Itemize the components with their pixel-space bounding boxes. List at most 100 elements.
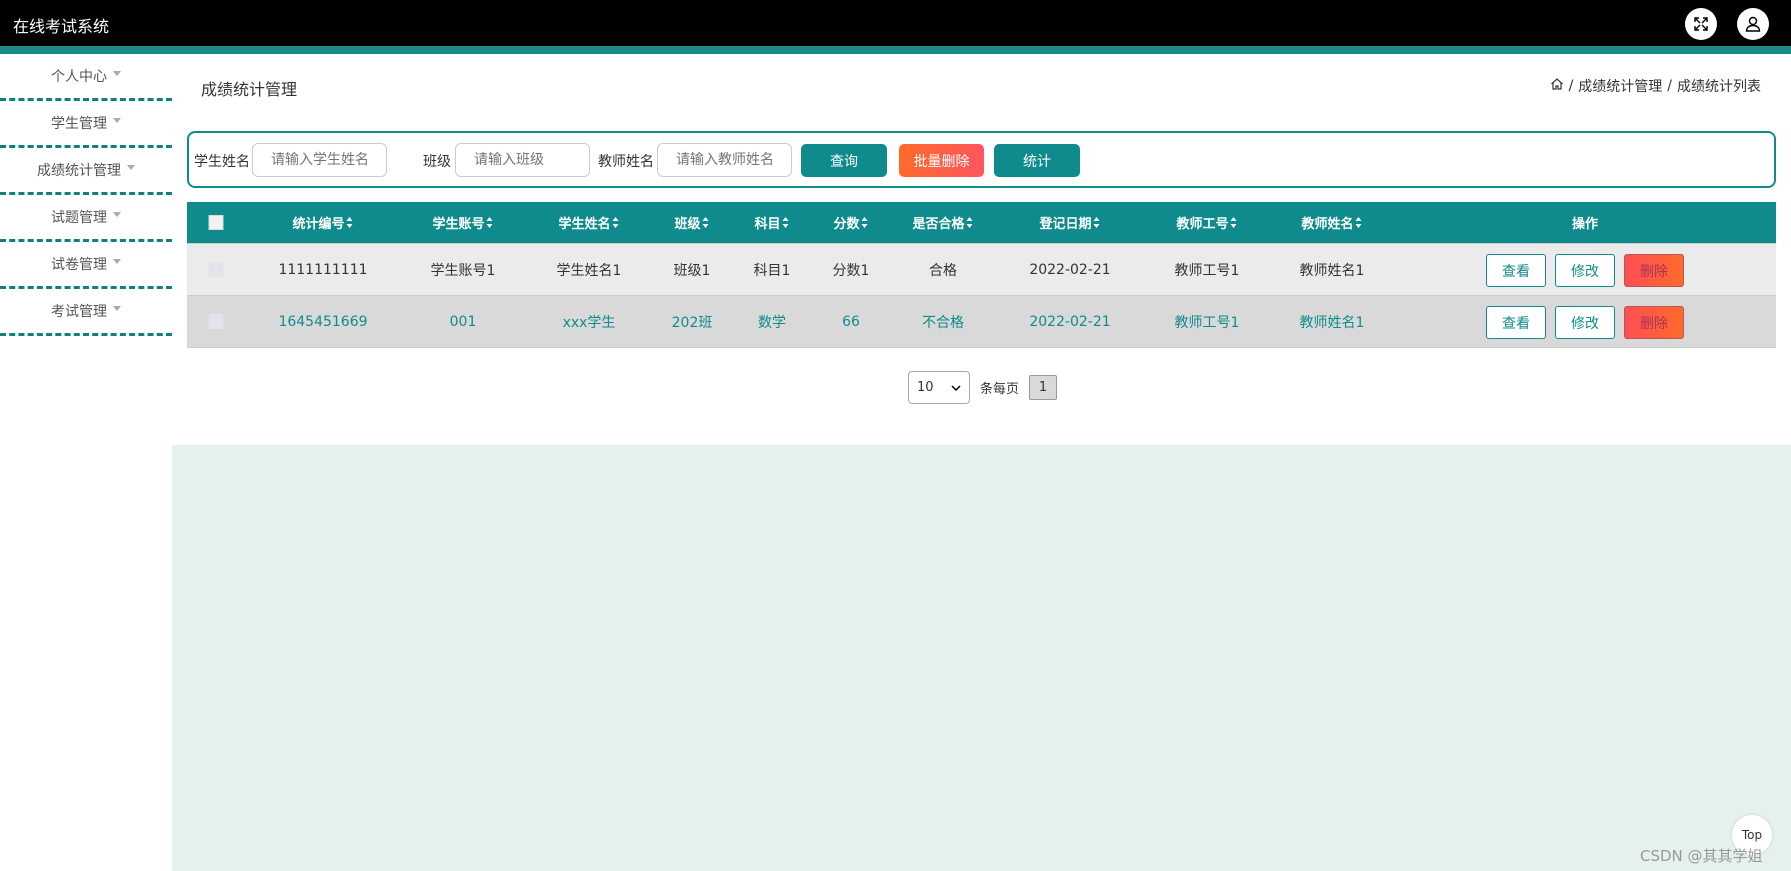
cell-subject: 科目1 [753, 262, 791, 279]
view-button[interactable]: 查看 [1486, 254, 1546, 287]
row-checkbox[interactable] [208, 296, 224, 347]
cell-teacher-name: 教师姓名1 [1299, 262, 1365, 279]
sort-icon [1230, 217, 1238, 228]
cell-stat-id: 1111111111 [278, 261, 368, 278]
edit-button[interactable]: 修改 [1555, 254, 1615, 287]
cell-stat-id: 1645451669 [278, 313, 368, 330]
column-header[interactable]: 教师工号 [1176, 202, 1237, 243]
sidebar: 个人中心 学生管理 成绩统计管理 试题管理 试卷管理 考试管理 [0, 54, 172, 336]
column-header-actions: 操作 [1571, 217, 1599, 232]
sidebar-item-score-stats[interactable]: 成绩统计管理 [0, 148, 172, 195]
cell-teacher-id: 教师工号1 [1174, 262, 1240, 279]
cell-score: 66 [842, 313, 860, 330]
cell-student-name: xxx学生 [562, 314, 616, 331]
cell-subject: 数学 [758, 314, 786, 331]
delete-button[interactable]: 删除 [1624, 306, 1684, 339]
sidebar-item-label: 个人中心 [51, 69, 107, 85]
sidebar-item-students[interactable]: 学生管理 [0, 101, 172, 148]
sort-icon [612, 217, 620, 228]
teacher-name-label: 教师姓名 [598, 154, 654, 170]
page-number-button[interactable]: 1 [1029, 375, 1058, 400]
sort-icon [486, 217, 494, 228]
header-accent-strip [0, 46, 1791, 54]
per-page-label: 条每页 [980, 382, 1020, 397]
page-title: 成绩统计管理 [201, 80, 298, 99]
home-icon[interactable] [1550, 77, 1564, 95]
class-label: 班级 [423, 154, 451, 170]
sidebar-item-label: 成绩统计管理 [37, 163, 121, 179]
caret-down-icon [113, 70, 121, 76]
sort-icon [861, 217, 869, 228]
sort-icon [702, 217, 710, 228]
cell-student-account: 001 [449, 313, 477, 330]
column-header[interactable]: 统计编号 [292, 202, 353, 243]
delete-button[interactable]: 删除 [1624, 254, 1684, 287]
column-header[interactable]: 科目 [754, 202, 789, 243]
teacher-name-input[interactable] [657, 143, 792, 177]
stats-button[interactable]: 统计 [994, 144, 1080, 177]
select-all-checkbox[interactable] [208, 202, 224, 243]
search-panel: 学生姓名 班级 教师姓名 查询 批量删除 统计 [187, 131, 1776, 188]
cell-teacher-name: 教师姓名1 [1299, 314, 1365, 331]
sort-icon [966, 217, 974, 228]
cell-date: 2022-02-21 [1029, 261, 1111, 278]
watermark: CSDN @其其学姐 [1640, 847, 1763, 865]
sort-icon [782, 217, 790, 228]
caret-down-icon [113, 211, 121, 217]
column-header[interactable]: 登记日期 [1039, 202, 1100, 243]
page-size-select[interactable]: 10 [908, 371, 970, 404]
cell-passed: 合格 [929, 262, 957, 279]
breadcrumb-separator: / [1568, 78, 1574, 94]
cell-date: 2022-02-21 [1029, 313, 1111, 330]
sidebar-item-label: 考试管理 [51, 304, 107, 320]
sidebar-item-exams[interactable]: 考试管理 [0, 289, 172, 336]
cell-passed: 不合格 [922, 314, 964, 331]
column-header[interactable]: 学生姓名 [558, 202, 619, 243]
user-icon[interactable] [1737, 8, 1769, 40]
row-checkbox[interactable] [208, 244, 224, 295]
sidebar-item-papers[interactable]: 试卷管理 [0, 242, 172, 289]
caret-down-icon [113, 117, 121, 123]
sort-icon [346, 217, 354, 228]
column-header[interactable]: 班级 [674, 202, 709, 243]
breadcrumb-item-score-stats[interactable]: 成绩统计管理 [1578, 76, 1662, 96]
sidebar-item-label: 学生管理 [51, 116, 107, 132]
cell-class: 班级1 [673, 262, 711, 279]
cell-class: 202班 [671, 314, 713, 331]
breadcrumb-item-list: 成绩统计列表 [1677, 79, 1761, 95]
class-input[interactable] [455, 143, 590, 177]
top-bar: 在线考试系统 [0, 0, 1791, 46]
app-title: 在线考试系统 [13, 17, 110, 36]
student-name-input[interactable] [252, 143, 387, 177]
column-header[interactable]: 分数 [833, 202, 868, 243]
student-name-label: 学生姓名 [194, 154, 250, 170]
table-row[interactable]: 1111111111 学生账号1 学生姓名1 班级1 科目1 分数1 合格 20… [187, 244, 1776, 296]
edit-button[interactable]: 修改 [1555, 306, 1615, 339]
column-header[interactable]: 教师姓名 [1301, 202, 1362, 243]
chevron-down-icon [951, 384, 961, 391]
cell-score: 分数1 [832, 262, 870, 279]
sidebar-item-label: 试卷管理 [51, 257, 107, 273]
sort-icon [1355, 217, 1363, 228]
query-button[interactable]: 查询 [801, 144, 887, 177]
cell-teacher-id: 教师工号1 [1174, 314, 1240, 331]
table-row[interactable]: 1645451669 001 xxx学生 202班 数学 66 不合格 2022… [187, 296, 1776, 348]
pagination: 10 条每页 1 [908, 371, 1058, 404]
sidebar-item-label: 试题管理 [51, 210, 107, 226]
caret-down-icon [113, 258, 121, 264]
column-header[interactable]: 学生账号 [432, 202, 493, 243]
batch-delete-button[interactable]: 批量删除 [899, 144, 984, 177]
sidebar-item-personal-center[interactable]: 个人中心 [0, 54, 172, 101]
fullscreen-icon[interactable] [1685, 8, 1717, 40]
column-header[interactable]: 是否合格 [912, 202, 973, 243]
caret-down-icon [113, 305, 121, 311]
view-button[interactable]: 查看 [1486, 306, 1546, 339]
breadcrumb: / 成绩统计管理 / 成绩统计列表 [1550, 76, 1761, 96]
sidebar-item-questions[interactable]: 试题管理 [0, 195, 172, 242]
breadcrumb-separator: / [1667, 78, 1672, 94]
cell-student-account: 学生账号1 [430, 262, 496, 279]
table-header-row: 统计编号 学生账号 学生姓名 班级 科目 分数 是否合格 登记日期 教师工号 教… [187, 202, 1776, 244]
score-stats-table: 统计编号 学生账号 学生姓名 班级 科目 分数 是否合格 登记日期 教师工号 教… [187, 202, 1776, 348]
caret-down-icon [127, 164, 135, 170]
sort-icon [1093, 217, 1101, 228]
